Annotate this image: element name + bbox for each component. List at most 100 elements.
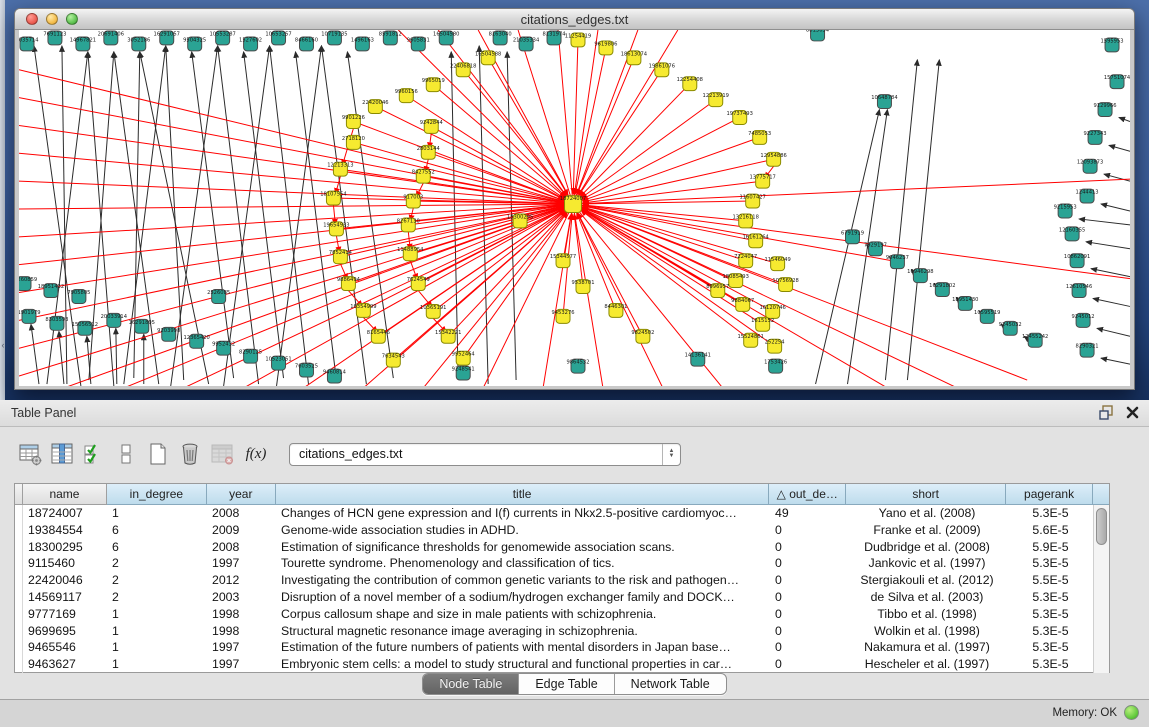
table-row[interactable]: 946554611997Estimation of the future num… [15,639,1109,656]
cell[interactable]: 6 [107,522,207,539]
column-header-year[interactable]: year [207,484,276,505]
column-header-pagerank[interactable]: pagerank [1006,484,1093,505]
cell[interactable]: 9699695 [23,623,107,640]
cell[interactable]: 1 [107,639,207,656]
cell[interactable]: 5.3E-5 [1007,639,1094,656]
cell[interactable]: Wolkin et al. (1998) [847,623,1007,640]
cell[interactable]: 22420046 [23,572,107,589]
select-all-checklist-icon[interactable] [81,441,107,467]
table-row[interactable]: 2242004622012Investigating the contribut… [15,572,1109,589]
cell[interactable]: 6 [107,539,207,556]
cell[interactable]: Estimation of the future numbers of pati… [276,639,770,656]
network-canvas[interactable]: 2035714769112314967821206914063052186162… [19,30,1130,386]
cell[interactable]: Structural magnetic resonance image aver… [276,623,770,640]
table-panel-titlebar[interactable]: Table Panel [0,400,1149,427]
table-row[interactable]: 969969511998Structural magnetic resonanc… [15,623,1109,640]
cell[interactable]: 5.3E-5 [1007,589,1094,606]
table-mode-icon[interactable] [17,441,43,467]
cell[interactable]: 9777169 [23,606,107,623]
function-builder-icon[interactable]: f(x) [241,446,271,463]
citation-graph[interactable]: 2035714769112314967821206914063052186162… [19,30,1130,386]
network-view-window[interactable]: citations_edges.txt 20357147691123149678… [14,8,1135,390]
cell[interactable]: Dudbridge et al. (2008) [847,539,1007,556]
cell[interactable]: 9115460 [23,555,107,572]
cell[interactable]: Stergiakouli et al. (2012) [847,572,1007,589]
cell[interactable]: 1998 [207,623,276,640]
column-visibility-icon[interactable] [49,441,75,467]
table-row[interactable]: 1872400712008Changes of HCN gene express… [15,505,1109,522]
cell[interactable]: Franke et al. (2009) [847,522,1007,539]
column-header-title[interactable]: title [276,484,770,505]
cell[interactable]: 1 [107,606,207,623]
cell[interactable]: Disruption of a novel member of a sodium… [276,589,770,606]
cell[interactable]: Changes of HCN gene expression and I(f) … [276,505,770,522]
splitter-collapse-icon[interactable]: ‹ [0,338,6,352]
table-row[interactable]: 977716911998Corpus callosum shape and si… [15,606,1109,623]
column-header-in_degree[interactable]: in_degree [107,484,207,505]
tab-network-table[interactable]: Network Table [615,674,726,694]
float-window-icon[interactable] [1099,405,1114,425]
cell[interactable]: 0 [770,639,847,656]
cell[interactable]: Jankovic et al. (1997) [847,555,1007,572]
cell[interactable]: 14569117 [23,589,107,606]
column-header-name[interactable]: name [23,484,107,505]
cell[interactable]: 1997 [207,555,276,572]
cell[interactable]: 49 [770,505,847,522]
cell[interactable]: 9465546 [23,639,107,656]
table-row[interactable]: 1456911722003Disruption of a novel membe… [15,589,1109,606]
cell[interactable]: 2003 [207,589,276,606]
close-icon[interactable] [1126,406,1139,424]
cell[interactable]: 9463627 [23,656,107,673]
cell[interactable]: 2 [107,589,207,606]
cell[interactable]: 0 [770,589,847,606]
cell[interactable]: 2 [107,572,207,589]
cell[interactable]: 0 [770,572,847,589]
cell[interactable]: de Silva et al. (2003) [847,589,1007,606]
cell[interactable]: 1997 [207,656,276,673]
cell[interactable]: Nakamura et al. (1997) [847,639,1007,656]
cell[interactable]: 18724007 [23,505,107,522]
cell[interactable]: 1 [107,656,207,673]
table-row[interactable]: 1938455462009Genome-wide association stu… [15,522,1109,539]
cell[interactable]: 0 [770,623,847,640]
scrollbar-thumb[interactable] [1096,508,1107,545]
cell[interactable]: Yano et al. (2008) [847,505,1007,522]
cell[interactable]: Estimation of significance thresholds fo… [276,539,770,556]
cell[interactable]: 5.3E-5 [1007,623,1094,640]
cell[interactable]: Genome-wide association studies in ADHD. [276,522,770,539]
cell[interactable]: 5.9E-5 [1007,539,1094,556]
vertical-scrollbar[interactable] [1093,505,1109,673]
clear-selection-icon[interactable] [113,441,139,467]
cell[interactable]: 5.3E-5 [1007,555,1094,572]
cell[interactable]: 5.3E-5 [1007,606,1094,623]
cell[interactable]: 2008 [207,505,276,522]
cell[interactable]: 19384554 [23,522,107,539]
cell[interactable]: 5.3E-5 [1007,505,1094,522]
cell[interactable]: 1997 [207,639,276,656]
cell[interactable]: 5.3E-5 [1007,656,1094,673]
table-row[interactable]: 1830029562008Estimation of significance … [15,539,1109,556]
cell[interactable]: Investigating the contribution of common… [276,572,770,589]
window-titlebar[interactable]: citations_edges.txt [15,9,1134,30]
cell[interactable]: Embryonic stem cells: a model to study s… [276,656,770,673]
cell[interactable]: 0 [770,656,847,673]
cell[interactable]: 0 [770,555,847,572]
table-selector-dropdown[interactable]: citations_edges.txt ▲▼ [289,443,681,466]
cell[interactable]: 0 [770,522,847,539]
cell[interactable]: 2 [107,555,207,572]
column-header-short[interactable]: short [846,484,1006,505]
cell[interactable]: 2008 [207,539,276,556]
column-header-out_de[interactable]: △ out_de… [769,484,846,505]
cell[interactable]: Tourette syndrome. Phenomenology and cla… [276,555,770,572]
cell[interactable]: 1 [107,505,207,522]
table-row[interactable]: 946362711997Embryonic stem cells: a mode… [15,656,1109,673]
cell[interactable]: 0 [770,606,847,623]
cell[interactable]: 2009 [207,522,276,539]
cell[interactable]: 1 [107,623,207,640]
cell[interactable]: Corpus callosum shape and size in male p… [276,606,770,623]
create-column-icon[interactable] [145,441,171,467]
cell[interactable]: 5.5E-5 [1007,572,1094,589]
cell[interactable]: Hescheler et al. (1997) [847,656,1007,673]
delete-column-icon[interactable] [177,441,203,467]
cell[interactable]: 0 [770,539,847,556]
